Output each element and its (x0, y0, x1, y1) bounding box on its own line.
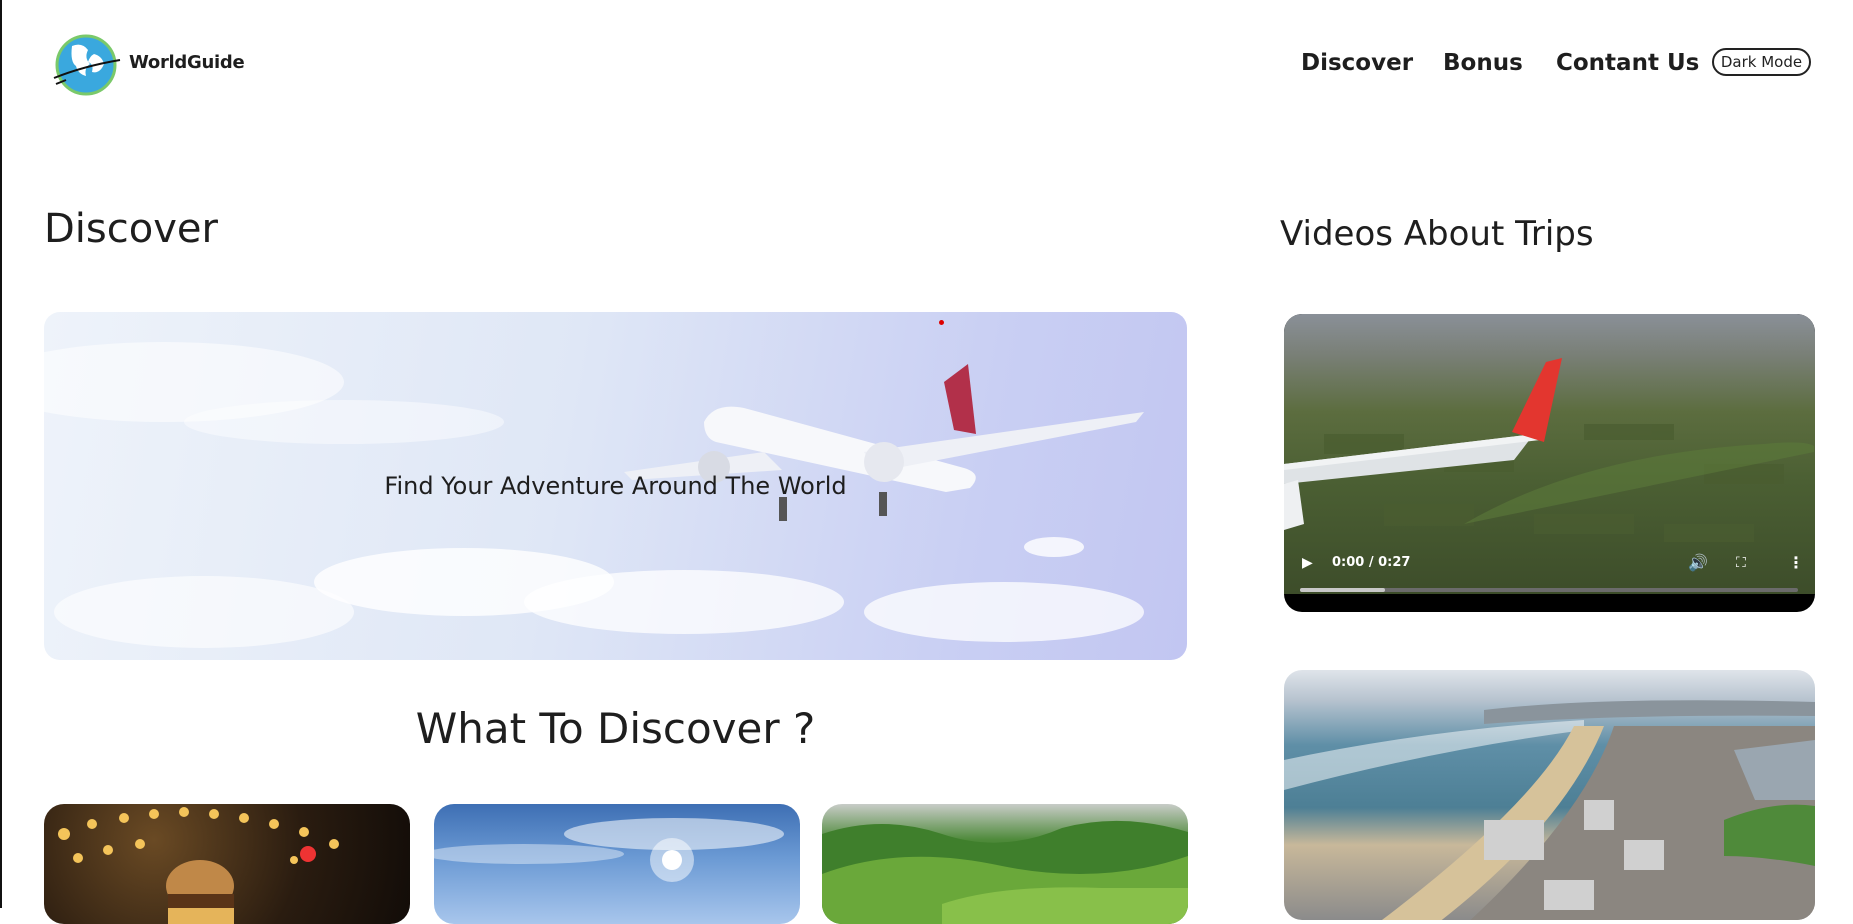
video-player-2[interactable] (1284, 670, 1815, 920)
globe-icon[interactable] (50, 32, 122, 98)
brand-name[interactable]: WorldGuide (129, 52, 245, 73)
play-icon[interactable]: ▶ (1302, 555, 1313, 571)
videos-heading: Videos About Trips (1280, 214, 1594, 254)
more-options-icon[interactable]: ⋮ (1788, 553, 1804, 572)
page-title: Discover (44, 206, 218, 252)
sky-image (434, 818, 784, 882)
cursor-dot (939, 320, 944, 325)
discover-card-sky[interactable] (434, 804, 800, 924)
nav-bonus[interactable]: Bonus (1443, 50, 1523, 76)
food-image (58, 807, 339, 924)
what-to-discover-heading: What To Discover ? (415, 704, 816, 753)
nav-contact[interactable]: Contant Us (1556, 50, 1699, 76)
hero-tagline: Find Your Adventure Around The World (384, 472, 847, 500)
nav-discover[interactable]: Discover (1301, 50, 1413, 76)
volume-icon[interactable]: 🔊 (1688, 553, 1708, 572)
discover-card-food[interactable] (44, 804, 410, 924)
video-progress-fill (1300, 588, 1385, 592)
video-time: 0:00 / 0:27 (1332, 555, 1411, 570)
discover-card-hills[interactable] (822, 804, 1188, 924)
site-header: WorldGuide Discover Bonus Contant Us Dar… (2, 0, 1853, 130)
coastline-aerial-image (1284, 700, 1815, 920)
hills-image (822, 820, 1188, 924)
hero-banner: Find Your Adventure Around The World (44, 312, 1187, 660)
dark-mode-button[interactable]: Dark Mode (1712, 48, 1811, 76)
fullscreen-icon[interactable]: ⛶ (1736, 555, 1746, 571)
video-progress-bar[interactable] (1300, 588, 1798, 592)
